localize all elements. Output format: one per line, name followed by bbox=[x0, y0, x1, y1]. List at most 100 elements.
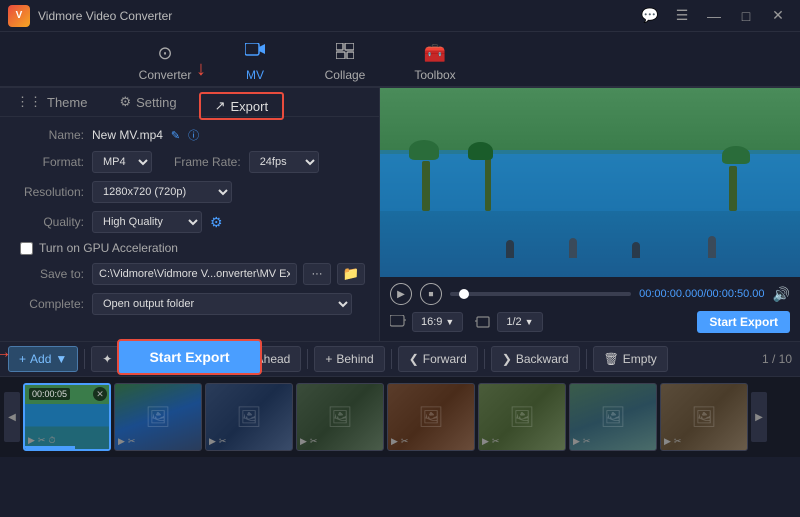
scissors-small-icon-8: ✂ bbox=[674, 436, 682, 447]
subtab-theme[interactable]: ⋮⋮ Theme bbox=[0, 88, 103, 116]
filmstrip-prev[interactable]: ◀ bbox=[4, 392, 20, 442]
gpu-row: Turn on GPU Acceleration bbox=[14, 241, 365, 255]
export-label: Export bbox=[231, 99, 269, 114]
tab-converter-label: Converter bbox=[139, 68, 192, 82]
play-small-icon-4: ▶ bbox=[300, 436, 307, 447]
img-icon-4: 🖼 bbox=[327, 405, 352, 430]
name-row: Name: New MV.mp4 ✎ ⓘ bbox=[14, 127, 365, 143]
saveto-input[interactable] bbox=[92, 263, 297, 285]
subtab-setting[interactable]: ⚙ Setting bbox=[103, 88, 192, 116]
play-small-icon-7: ▶ bbox=[573, 436, 580, 447]
play-small-icon-2: ▶ bbox=[118, 436, 125, 447]
empty-button[interactable]: 🗑 Empty bbox=[593, 346, 668, 372]
right-panel: ▶ ⏹ 00:00:00.000/00:00:50.00 🔊 16:9 ▼ bbox=[380, 88, 800, 341]
time-current: 00:00:00.000 bbox=[639, 288, 703, 300]
filmstrip-item-2[interactable]: 🖼 ▶ ✂ bbox=[114, 383, 202, 451]
ratio-button[interactable]: 16:9 ▼ bbox=[412, 312, 463, 332]
tab-mv[interactable]: MV bbox=[210, 38, 300, 88]
filmstrip-item-7[interactable]: 🖼 ▶ ✂ bbox=[569, 383, 657, 451]
filmstrip-close-1[interactable]: ✕ bbox=[93, 387, 107, 401]
folder-button[interactable]: 📁 bbox=[337, 263, 365, 285]
format-select[interactable]: MP4MOVAVIMKV bbox=[92, 151, 152, 173]
tab-toolbox-label: Toolbox bbox=[414, 68, 455, 82]
tab-toolbox[interactable]: 🧰 Toolbox bbox=[390, 38, 480, 88]
app-logo: V bbox=[8, 5, 30, 27]
play-small-icon-3: ▶ bbox=[209, 436, 216, 447]
filmstrip-item-1[interactable]: 00:00:05 ✕ ▶ ✂ ⏱ bbox=[23, 383, 111, 451]
gpu-checkbox[interactable] bbox=[20, 242, 33, 255]
subtab-export[interactable]: ↗ Export bbox=[199, 92, 284, 120]
filmstrip-item-6[interactable]: 🖼 ▶ ✂ bbox=[478, 383, 566, 451]
export-icon: ↗ bbox=[215, 98, 226, 114]
tab-collage[interactable]: Collage bbox=[300, 38, 390, 88]
trash-icon: 🗑 bbox=[604, 352, 619, 366]
backward-label: Backward bbox=[516, 352, 569, 366]
backward-button[interactable]: ❯ Backward bbox=[491, 346, 580, 372]
toolbox-icon: 🧰 bbox=[424, 43, 446, 64]
filmstrip-item-5[interactable]: 🖼 ▶ ✂ bbox=[387, 383, 475, 451]
fraction-value: 1/2 bbox=[506, 316, 521, 328]
volume-icon[interactable]: 🔊 bbox=[773, 286, 790, 303]
resolution-row: Resolution: 1280x720 (720p)1920x1080 (10… bbox=[14, 181, 365, 203]
divider-6 bbox=[484, 349, 485, 369]
path-dots-button[interactable]: ··· bbox=[303, 263, 331, 285]
filmstrip-icons-3: ▶ ✂ bbox=[209, 436, 226, 447]
crop-icon bbox=[475, 315, 491, 329]
filmstrip-item-8[interactable]: 🖼 ▶ ✂ bbox=[660, 383, 748, 451]
play-button[interactable]: ▶ bbox=[390, 283, 412, 305]
collage-icon bbox=[336, 43, 354, 64]
scissors-small-icon: ✂ bbox=[38, 435, 46, 446]
progress-track[interactable] bbox=[450, 292, 631, 296]
complete-select[interactable]: Open output folderDo nothing bbox=[92, 293, 352, 315]
page-indicator: 1 / 10 bbox=[762, 352, 792, 366]
framerate-select[interactable]: 24fps25fps30fps bbox=[249, 151, 319, 173]
img-icon-6: 🖼 bbox=[509, 405, 534, 430]
maximize-button[interactable]: □ bbox=[732, 5, 760, 27]
minimize-button[interactable]: — bbox=[700, 5, 728, 27]
resolution-select[interactable]: 1280x720 (720p)1920x1080 (1080p) bbox=[92, 181, 232, 203]
start-export-right-button[interactable]: Start Export bbox=[697, 311, 790, 333]
divider-5 bbox=[391, 349, 392, 369]
img-icon-7: 🖼 bbox=[600, 405, 625, 430]
filmstrip-item-3[interactable]: 🖼 ▶ ✂ bbox=[205, 383, 293, 451]
info-icon[interactable]: ⓘ bbox=[188, 127, 199, 143]
play-small-icon-5: ▶ bbox=[391, 436, 398, 447]
play-small-icon-6: ▶ bbox=[482, 436, 489, 447]
fraction-button[interactable]: 1/2 ▼ bbox=[497, 312, 542, 332]
ratio-chevron: ▼ bbox=[445, 317, 454, 327]
tab-converter[interactable]: ⊙ Converter bbox=[120, 38, 210, 88]
video-controls: ▶ ⏹ 00:00:00.000/00:00:50.00 🔊 16:9 ▼ bbox=[380, 277, 800, 341]
export-btn-row: → Start Export bbox=[14, 329, 365, 375]
quality-select[interactable]: High QualityMedium Quality bbox=[92, 211, 202, 233]
progress-dot[interactable] bbox=[459, 289, 469, 299]
quality-gear-icon[interactable]: ⚙ bbox=[210, 214, 223, 231]
scissors-small-icon-4: ✂ bbox=[310, 436, 318, 447]
forward-button[interactable]: ❮ Forward bbox=[398, 346, 478, 372]
close-button[interactable]: ✕ bbox=[764, 5, 792, 27]
preview-scene bbox=[380, 88, 800, 277]
resolution-label: Resolution: bbox=[14, 185, 84, 199]
img-icon-8: 🖼 bbox=[691, 405, 716, 430]
time-total: 00:00:50.00 bbox=[706, 288, 764, 300]
filmstrip-icons-2: ▶ ✂ bbox=[118, 436, 135, 447]
start-export-button[interactable]: Start Export bbox=[117, 339, 261, 375]
video-preview bbox=[380, 88, 800, 277]
stop-button[interactable]: ⏹ bbox=[420, 283, 442, 305]
fraction-chevron: ▼ bbox=[525, 317, 534, 327]
tab-collage-label: Collage bbox=[325, 68, 366, 82]
edit-icon[interactable]: ✎ bbox=[171, 129, 180, 142]
forward-icon: ❮ bbox=[409, 352, 419, 366]
left-panel: ⋮⋮ Theme ⚙ Setting ↗ Export Name: New MV… bbox=[0, 88, 380, 341]
filmstrip-item-4[interactable]: 🖼 ▶ ✂ bbox=[296, 383, 384, 451]
theme-grid-icon: ⋮⋮ bbox=[16, 94, 42, 110]
menu-button[interactable]: ☰ bbox=[668, 5, 696, 27]
setting-label: Setting bbox=[136, 95, 176, 110]
ratio-row: 16:9 ▼ 1/2 ▼ Start Export bbox=[390, 309, 790, 335]
filmstrip-next[interactable]: ▶ bbox=[751, 392, 767, 442]
chat-button[interactable]: 💬 bbox=[636, 5, 664, 27]
saveto-row: Save to: ··· 📁 bbox=[14, 263, 365, 285]
converter-icon: ⊙ bbox=[157, 43, 172, 64]
filmstrip-icons-4: ▶ ✂ bbox=[300, 436, 317, 447]
quality-label: Quality: bbox=[14, 215, 84, 229]
forward-label: Forward bbox=[423, 352, 467, 366]
